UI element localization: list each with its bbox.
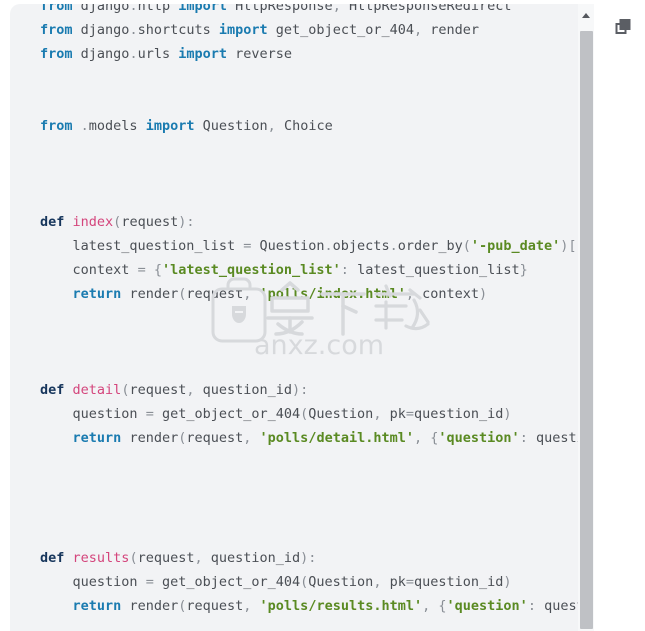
code-line: def index(request): [40,214,195,230]
scroll-up-button[interactable] [578,4,594,26]
code-line: return render(request, 'polls/results.ht… [72,598,590,614]
code-line: return render(request, 'polls/detail.htm… [72,430,590,446]
screenshot-root: from django.http import HttpResponse, Ht… [0,0,645,631]
code-line: question = get_object_or_404(Question, p… [72,406,512,422]
code-line: def detail(request, question_id): [40,382,309,398]
code-line: latest_question_list = Question.objects.… [72,238,590,254]
code-line: from .models import Question, Choice [40,118,333,134]
code-line: def results(request, question_id): [40,550,317,566]
code-line: from django.urls import reverse [40,46,293,62]
code-line: question = get_object_or_404(Question, p… [72,574,512,590]
triangle-up-icon [582,13,590,18]
copy-icon [615,19,631,34]
code-line: return render(request, 'polls/index.html… [72,286,488,302]
code-line: context = {'latest_question_list': lates… [72,262,528,278]
code-line: from django.http import HttpResponse, Ht… [40,4,512,14]
code-lines-container: from django.http import HttpResponse, Ht… [10,4,590,631]
scrollbar-thumb[interactable] [580,31,593,629]
copy-button[interactable] [610,14,636,40]
code-editor-panel[interactable]: from django.http import HttpResponse, Ht… [10,4,590,631]
vertical-scrollbar[interactable] [578,4,594,631]
code-line: from django.shortcuts import get_object_… [40,22,480,38]
code-scroll-viewport[interactable]: from django.http import HttpResponse, Ht… [10,4,590,631]
